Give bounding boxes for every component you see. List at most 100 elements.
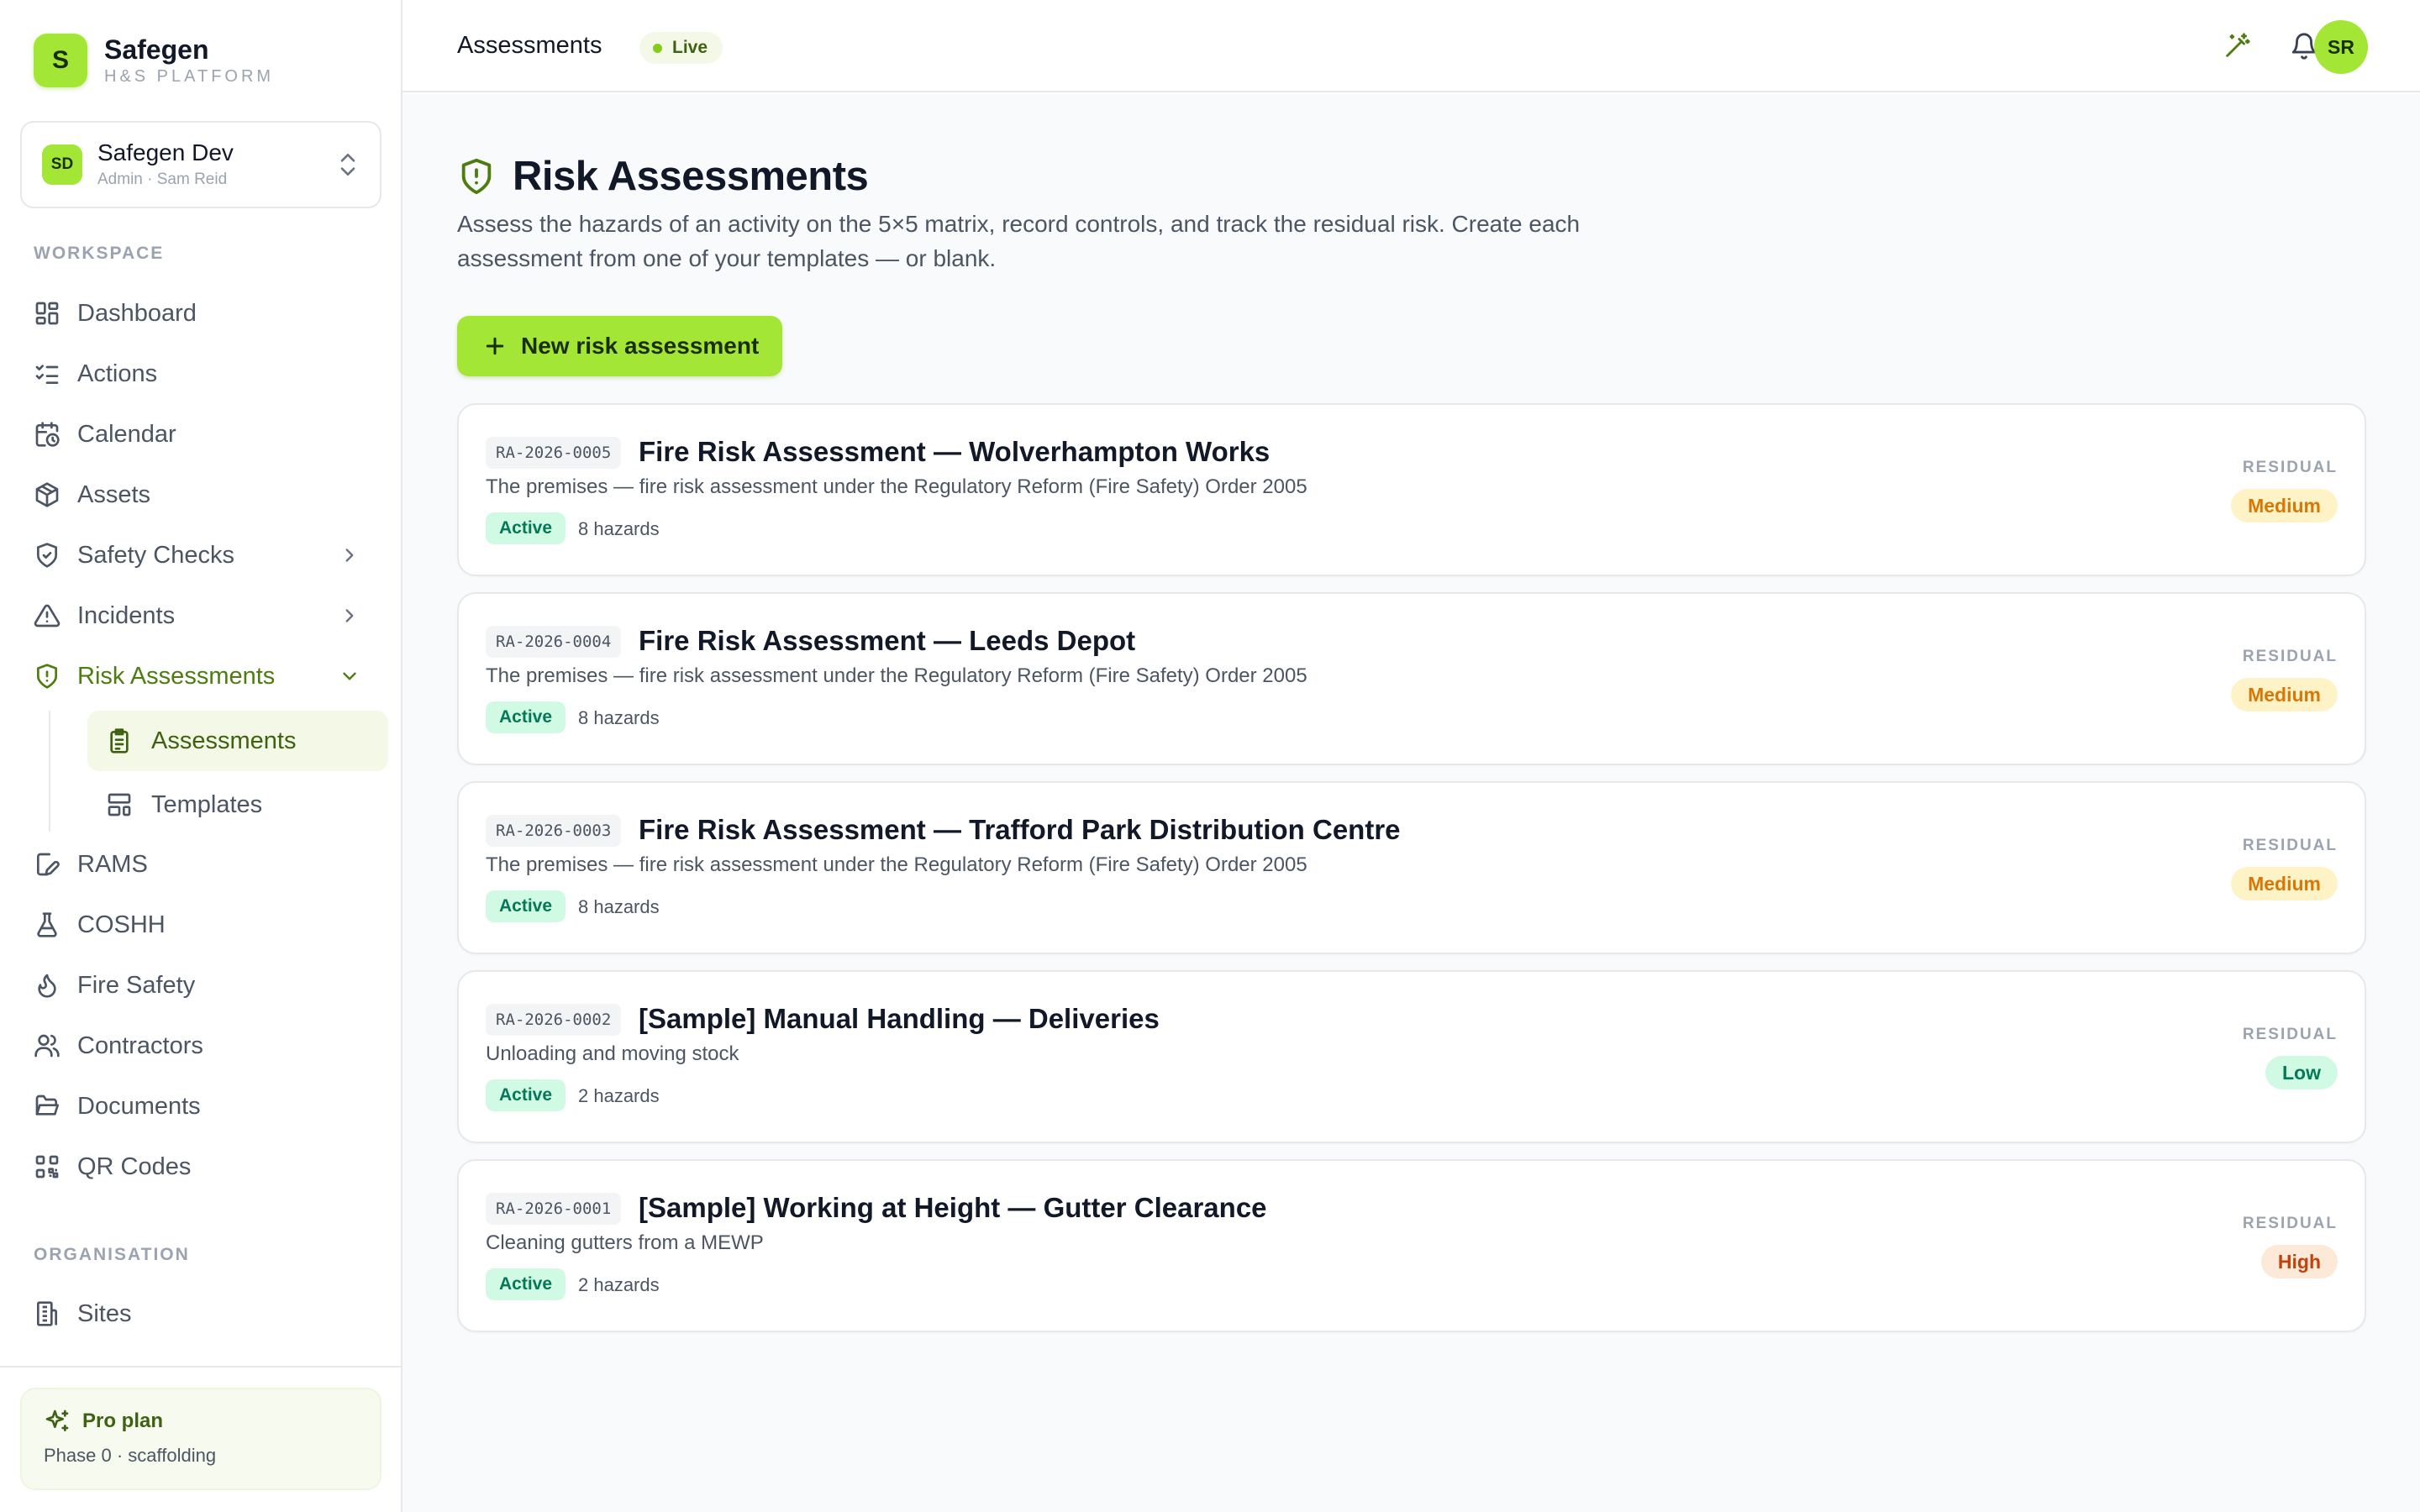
sidebar-item-sites[interactable]: Sites [34,1290,381,1337]
sidebar-item-assets[interactable]: Assets [34,471,381,518]
sidebar-item-safety-checks[interactable]: Safety Checks [34,532,381,579]
sidebar-item-label: COSHH [77,911,166,938]
plan-card[interactable]: Pro plan Phase 0 · scaffolding [20,1388,381,1490]
assessment-description: The premises — fire risk assessment unde… [486,853,1307,876]
sidebar-item-actions[interactable]: Actions [34,350,381,397]
residual-risk-badge: Medium [2231,867,2338,900]
sidebar-item-label: Dashboard [77,299,197,327]
sidebar-item-label: QR Codes [77,1152,192,1180]
subnav-guide-line [49,711,50,832]
new-button-label: New risk assessment [521,333,760,359]
residual-label: RESIDUAL [2242,648,2338,665]
users-icon [34,1034,60,1058]
sidebar-item-contractors[interactable]: Contractors [34,1022,381,1069]
flame-icon [38,974,56,998]
file-edit-icon [37,853,60,876]
assessment-title: Fire Risk Assessment — Wolverhampton Wor… [639,436,1270,467]
page-title: Risk Assessments [513,154,869,199]
sidebar-item-qr-codes[interactable]: QR Codes [34,1143,381,1190]
sidebar-item-incidents[interactable]: Incidents [34,592,381,639]
plan-subtitle: Phase 0 · scaffolding [44,1445,217,1466]
sidebar-item-rams[interactable]: RAMS [34,841,381,888]
page-description: Assess the hazards of an activity on the… [457,211,1581,271]
assessment-card[interactable]: RA-2026-0004 Fire Risk Assessment — Leed… [457,592,2366,765]
chevron-right-icon [345,609,354,622]
status-badge: Active [486,1079,566,1111]
assessment-description: The premises — fire risk assessment unde… [486,475,1307,498]
sidebar-item-risk-assessments[interactable]: Risk Assessments [34,653,381,700]
status-badge: Active [486,701,566,733]
list-checks-icon [35,365,59,384]
main-content: Risk Assessments Assess the hazards of a… [402,94,2420,1512]
assessment-id: RA-2026-0004 [486,626,622,658]
org-switcher[interactable]: SD Safegen Dev Admin · Sam Reid [20,121,381,208]
sidebar: S Safegen H&S PLATFORM SD Safegen Dev Ad… [0,0,402,1512]
shield-alert-icon [461,158,492,195]
calendar-clock-icon [35,422,60,447]
magic-wand-button[interactable] [2218,28,2255,65]
chevrons-up-down-icon [340,154,355,176]
residual-label: RESIDUAL [2242,1026,2338,1043]
workspace-section-label: WORKSPACE [34,244,165,263]
status-badge: Active [486,512,566,544]
sparkles-icon [45,1410,69,1431]
building-icon [37,1301,57,1326]
status-badge: Active [486,1268,566,1300]
assessment-id: RA-2026-0003 [486,815,622,847]
residual-risk-badge: Medium [2231,489,2338,522]
sidebar-item-documents[interactable]: Documents [34,1083,381,1130]
assessment-card[interactable]: RA-2026-0001 [Sample] Working at Height … [457,1159,2366,1332]
sidebar-item-label: Assets [77,480,151,508]
org-meta: Admin · Sam Reid [97,171,228,188]
org-avatar: SD [42,144,82,185]
assessment-description: Cleaning gutters from a MEWP [486,1231,764,1254]
sidebar-subitem-assessments[interactable]: Assessments [87,711,388,771]
sidebar-item-label: Sites [77,1299,132,1327]
residual-risk-badge: High [2260,1245,2338,1278]
hazard-count: 8 hazards [578,707,660,728]
plan-title: Pro plan [82,1410,164,1432]
user-avatar[interactable]: SR [2314,20,2368,74]
sidebar-item-label: Safety Checks [77,541,234,569]
live-indicator-dot [653,43,662,53]
shield-check-icon [37,543,57,568]
sidebar-item-dashboard[interactable]: Dashboard [34,290,381,337]
hazard-count: 8 hazards [578,896,660,917]
sidebar-item-coshh[interactable]: COSHH [34,901,381,948]
new-risk-assessment-button[interactable]: New risk assessment [457,316,783,376]
assessment-card[interactable]: RA-2026-0005 Fire Risk Assessment — Wolv… [457,403,2366,576]
residual-risk-badge: Low [2265,1056,2338,1089]
assessment-title: [Sample] Manual Handling — Deliveries [639,1003,1160,1034]
assessment-card[interactable]: RA-2026-0002 [Sample] Manual Handling — … [457,970,2366,1143]
page-breadcrumb: Assessments [457,32,602,59]
sidebar-item-calendar[interactable]: Calendar [34,411,381,458]
assessment-id: RA-2026-0001 [486,1193,622,1225]
sidebar-item-label: Documents [77,1092,201,1120]
folder-open-icon [35,1095,59,1116]
sidebar-item-label: Contractors [77,1032,203,1059]
status-badge: Active [486,890,566,922]
residual-label: RESIDUAL [2242,837,2338,854]
sidebar-subitem-templates[interactable]: Templates [87,774,388,835]
live-label: Live [672,38,708,57]
sidebar-subitem-label: Templates [151,790,263,818]
assessment-title: Fire Risk Assessment — Leeds Depot [639,625,1136,656]
assessment-title: [Sample] Working at Height — Gutter Clea… [639,1192,1267,1223]
brand-logo: S [34,34,87,87]
flask-icon [37,912,57,937]
assessment-description: Unloading and moving stock [486,1042,739,1065]
residual-risk-badge: Medium [2231,678,2338,711]
brand[interactable]: S Safegen H&S PLATFORM [34,34,274,87]
hazard-count: 2 hazards [578,1085,660,1106]
clipboard-list-icon [110,728,129,753]
live-badge: Live [639,32,723,64]
assessment-card[interactable]: RA-2026-0003 Fire Risk Assessment — Traf… [457,781,2366,954]
sidebar-subitem-label: Assessments [151,727,297,754]
sidebar-footer-divider [0,1366,402,1368]
dashboard-icon [35,302,59,325]
assessment-id: RA-2026-0002 [486,1004,622,1036]
sidebar-item-label: Risk Assessments [77,662,276,690]
sidebar-item-fire-safety[interactable]: Fire Safety [34,962,381,1009]
wand-sparkles-icon [2226,33,2250,57]
org-name: Safegen Dev [97,139,234,165]
